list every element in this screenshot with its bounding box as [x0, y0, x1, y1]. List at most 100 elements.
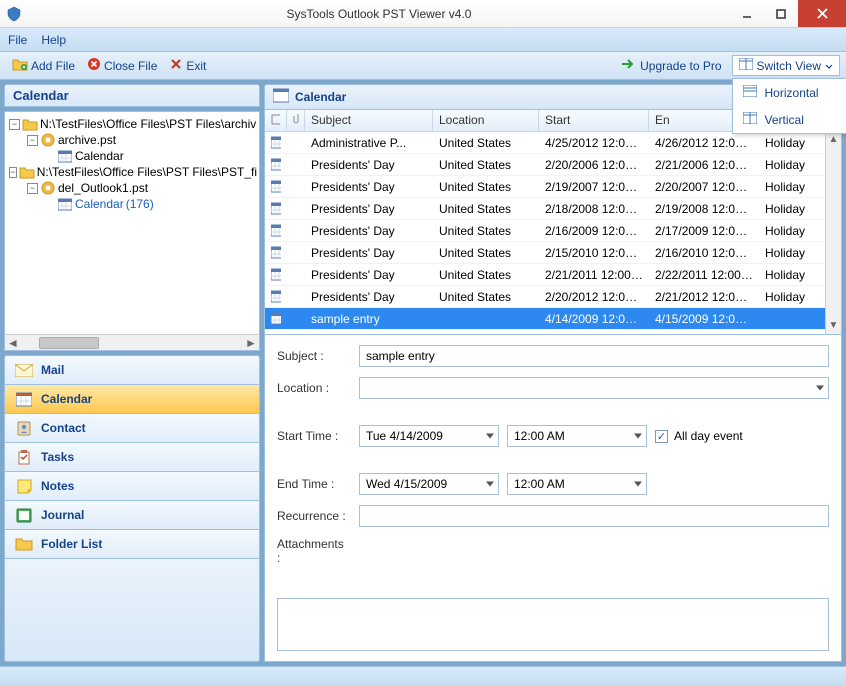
add-file-button[interactable]: Add File — [6, 55, 81, 76]
tree-root-2[interactable]: − N:\TestFiles\Office Files\PST Files\PS… — [7, 164, 257, 180]
menu-help[interactable]: Help — [41, 33, 66, 47]
close-file-button[interactable]: Close File — [81, 55, 163, 76]
row-calendar-icon — [265, 136, 287, 149]
grid-row[interactable]: Presidents' DayUnited States2/19/2007 12… — [265, 176, 841, 198]
tree-pst-2[interactable]: − del_Outlook1.pst — [7, 180, 257, 196]
nav-tasks[interactable]: Tasks — [4, 443, 260, 472]
attachments-box[interactable] — [277, 598, 829, 651]
minimize-button[interactable] — [730, 0, 764, 27]
end-date-value: Wed 4/15/2009 — [366, 477, 447, 491]
scroll-down-arrow-icon[interactable]: ▼ — [826, 318, 841, 334]
row-start: 2/19/2007 12:00:... — [539, 180, 649, 194]
menu-file[interactable]: File — [8, 33, 27, 47]
end-date-input[interactable]: Wed 4/15/2009 — [359, 473, 499, 495]
grid-row[interactable]: Presidents' DayUnited States2/21/2011 12… — [265, 264, 841, 286]
scroll-right-arrow-icon[interactable]: ► — [243, 336, 259, 350]
titlebar: SysTools Outlook PST Viewer v4.0 — [0, 0, 846, 28]
nav-folder-list[interactable]: Folder List — [4, 530, 260, 559]
row-location: United States — [433, 136, 539, 150]
nav-calendar[interactable]: Calendar — [4, 385, 260, 414]
row-start: 2/20/2006 12:00:... — [539, 158, 649, 172]
nav-contact[interactable]: Contact — [4, 414, 260, 443]
menubar: File Help — [0, 28, 846, 52]
close-button[interactable] — [798, 0, 846, 27]
tree-horizontal-scrollbar[interactable]: ◄ ► — [5, 334, 259, 350]
row-calendar-icon — [265, 312, 287, 325]
tree-label: N:\TestFiles\Office Files\PST Files\PST_… — [37, 165, 257, 179]
row-category: Holiday — [759, 246, 815, 260]
column-location[interactable]: Location — [433, 110, 539, 131]
chevron-down-icon — [825, 59, 833, 73]
nav-mail[interactable]: Mail — [4, 355, 260, 385]
row-subject: Presidents' Day — [305, 246, 433, 260]
grid-row[interactable]: Presidents' DayUnited States2/18/2008 12… — [265, 198, 841, 220]
contact-icon — [15, 420, 33, 436]
toolbar: Add File Close File Exit Upgrade to Pro … — [0, 52, 846, 80]
grid-vertical-scrollbar[interactable]: ▲ ▼ — [825, 132, 841, 334]
grid-row[interactable]: Presidents' DayUnited States2/20/2012 12… — [265, 286, 841, 308]
right-header-label: Calendar — [295, 90, 346, 104]
column-icon[interactable] — [265, 110, 287, 131]
row-start: 2/18/2008 12:00:... — [539, 202, 649, 216]
recurrence-label: Recurrence : — [277, 509, 349, 523]
collapse-icon[interactable]: − — [27, 183, 38, 194]
start-date-input[interactable]: Tue 4/14/2009 — [359, 425, 499, 447]
exit-label: Exit — [186, 59, 206, 73]
column-subject[interactable]: Subject — [305, 110, 433, 131]
scroll-up-arrow-icon[interactable]: ▲ — [826, 132, 841, 148]
subject-input[interactable]: sample entry — [359, 345, 829, 367]
end-time-value: 12:00 AM — [514, 477, 565, 491]
row-location: United States — [433, 268, 539, 282]
tree-root-1[interactable]: − N:\TestFiles\Office Files\PST Files\ar… — [7, 116, 257, 132]
grid-row[interactable]: Presidents' DayUnited States2/15/2010 12… — [265, 242, 841, 264]
collapse-icon[interactable]: − — [9, 167, 17, 178]
scroll-left-arrow-icon[interactable]: ◄ — [5, 336, 21, 350]
column-start[interactable]: Start — [539, 110, 649, 131]
row-end: 4/26/2012 12:00:... — [649, 136, 759, 150]
folder-add-icon — [12, 57, 28, 74]
grid-row[interactable]: Presidents' DayUnited States2/20/2006 12… — [265, 154, 841, 176]
maximize-button[interactable] — [764, 0, 798, 27]
all-day-checkbox[interactable]: ✓ All day event — [655, 429, 743, 443]
folder-icon — [19, 165, 35, 179]
navigation-stack: Mail Calendar Contact Tasks Notes Journa… — [4, 355, 260, 662]
pst-file-icon — [40, 133, 56, 147]
row-location: United States — [433, 180, 539, 194]
row-end: 4/15/2009 12:00:... — [649, 312, 759, 326]
switch-view-button[interactable]: Switch View Horizontal Vertical — [732, 55, 840, 76]
tree-calendar-1[interactable]: Calendar — [7, 148, 257, 164]
collapse-icon[interactable]: − — [9, 119, 20, 130]
tree-label: N:\TestFiles\Office Files\PST Files\arch… — [40, 117, 256, 131]
exit-icon — [169, 57, 183, 74]
recurrence-input[interactable] — [359, 505, 829, 527]
switch-view-label: Switch View — [757, 59, 821, 73]
exit-button[interactable]: Exit — [163, 55, 212, 76]
switch-horizontal-item[interactable]: Horizontal — [733, 79, 846, 106]
location-input[interactable] — [359, 377, 829, 399]
row-subject: Presidents' Day — [305, 180, 433, 194]
recurrence-row: Recurrence : — [277, 505, 829, 527]
location-label: Location : — [277, 381, 349, 395]
tree-calendar-2[interactable]: Calendar (176) — [7, 196, 257, 212]
column-attachment[interactable] — [287, 110, 305, 131]
calendar-icon — [57, 197, 73, 211]
nav-journal[interactable]: Journal — [4, 501, 260, 530]
upgrade-button[interactable]: Upgrade to Pro — [615, 56, 727, 75]
start-time-input[interactable]: 12:00 AM — [507, 425, 647, 447]
nav-label: Journal — [41, 508, 84, 522]
attachments-label: Attachments : — [277, 537, 349, 565]
scrollbar-thumb[interactable] — [39, 337, 99, 349]
nav-notes[interactable]: Notes — [4, 472, 260, 501]
folder-tree[interactable]: − N:\TestFiles\Office Files\PST Files\ar… — [4, 111, 260, 351]
tree-pst-1[interactable]: − archive.pst — [7, 132, 257, 148]
end-time-input[interactable]: 12:00 AM — [507, 473, 647, 495]
grid-row[interactable]: sample entry4/14/2009 12:00:...4/15/2009… — [265, 308, 841, 330]
collapse-icon[interactable]: − — [27, 135, 38, 146]
upgrade-label: Upgrade to Pro — [640, 59, 721, 73]
grid-row[interactable]: Presidents' DayUnited States2/16/2009 12… — [265, 220, 841, 242]
tree-label: archive.pst — [58, 133, 116, 147]
row-category: Holiday — [759, 136, 815, 150]
switch-vertical-item[interactable]: Vertical — [733, 106, 846, 133]
all-day-label: All day event — [674, 429, 743, 443]
grid-row[interactable]: Administrative P...United States4/25/201… — [265, 132, 841, 154]
